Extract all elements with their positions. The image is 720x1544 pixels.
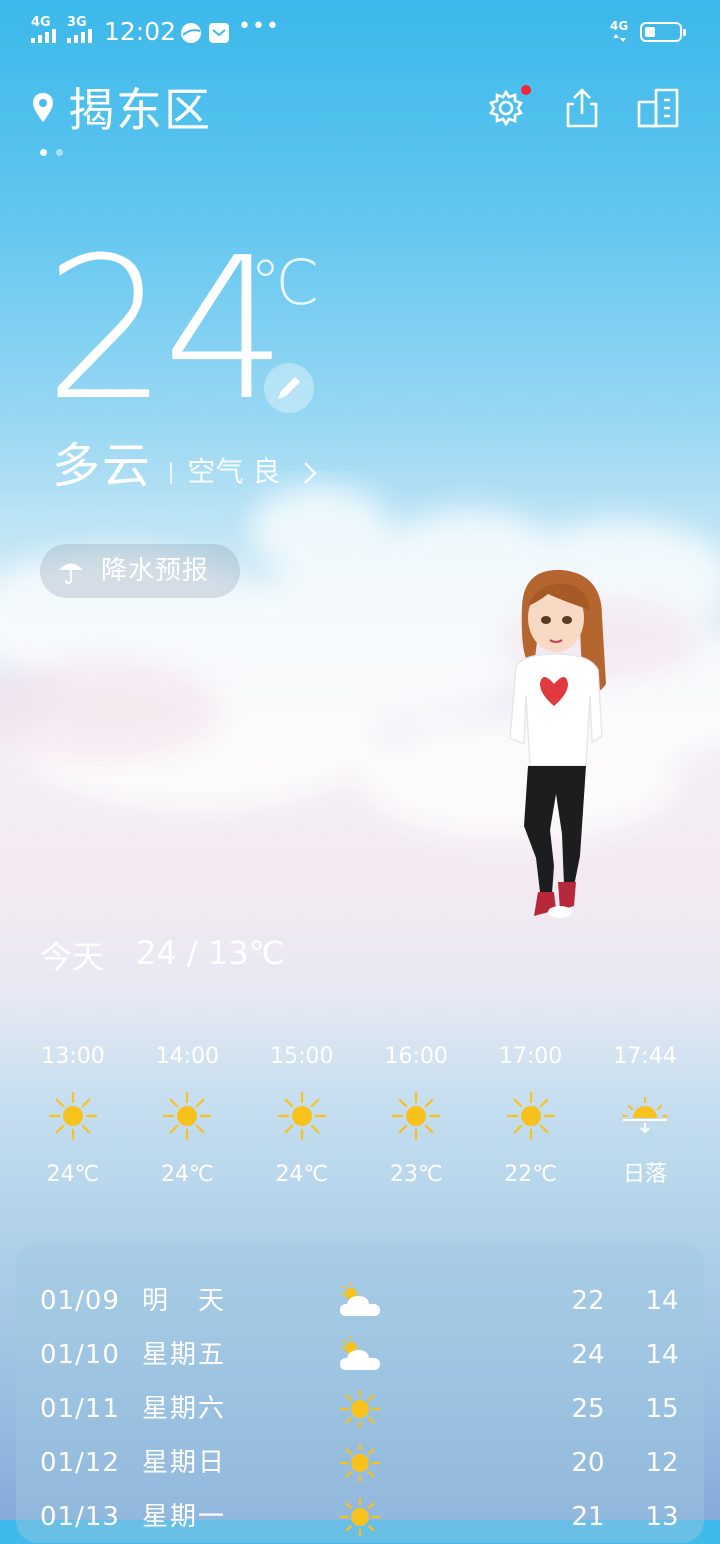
hour-value: 日落: [622, 1162, 667, 1187]
edit-button[interactable]: [264, 363, 314, 413]
city-manage-icon[interactable]: [634, 84, 682, 132]
hour-value: 24℃: [161, 1162, 214, 1187]
today-temperature-range: 24 / 13℃: [136, 934, 285, 972]
partly-cloudy-icon: [338, 1336, 382, 1374]
hourly-item: 15:00 24℃: [252, 1040, 352, 1192]
today-label: 今天: [40, 938, 105, 976]
status-bar: 4G 3G 12:02 ••• 4G: [0, 0, 720, 64]
more-notifications-icon: •••: [238, 14, 280, 39]
signal-bars-icon: [67, 29, 92, 43]
daily-row[interactable]: 01/11 星期六 25 15: [16, 1382, 704, 1436]
location-pin-icon[interactable]: [32, 92, 54, 124]
day-weekday: 星期一: [142, 1502, 227, 1532]
pencil-icon: [278, 377, 300, 399]
signal-label-1: 4G: [31, 15, 51, 30]
sun-icon: [23, 1090, 123, 1142]
hour-value: 22℃: [504, 1162, 557, 1187]
partly-cloudy-icon: [338, 1282, 382, 1320]
hour-time: 15:00: [270, 1044, 334, 1069]
daily-row[interactable]: 01/10 星期五 24 14: [16, 1328, 704, 1382]
sun-icon: [252, 1090, 352, 1142]
day-high: 25: [571, 1394, 605, 1424]
day-high: 22: [571, 1286, 605, 1316]
battery-icon: [640, 22, 686, 42]
character-illustration: [509, 569, 606, 918]
sun-icon: [481, 1090, 581, 1142]
signal-label-2: 3G: [67, 15, 87, 30]
sun-icon: [137, 1090, 237, 1142]
hourly-item: 14:00 24℃: [137, 1040, 237, 1192]
daily-row[interactable]: 01/12 星期日 20 12: [16, 1436, 704, 1490]
day-date: 01/10: [40, 1340, 120, 1370]
notification-dot: [521, 85, 531, 95]
hour-time: 16:00: [384, 1044, 448, 1069]
umbrella-icon: [59, 563, 83, 585]
day-weekday: 星期日: [142, 1448, 227, 1478]
day-weekday: 明 天: [142, 1286, 227, 1316]
city-name[interactable]: 揭东区: [68, 80, 212, 140]
hour-value: 23℃: [389, 1162, 443, 1187]
hourly-item: 17:44 日落: [595, 1040, 695, 1192]
sunset-icon: [595, 1090, 695, 1142]
day-high: 21: [571, 1502, 605, 1532]
day-low: 14: [645, 1340, 679, 1370]
day-low: 15: [645, 1394, 679, 1424]
air-quality-link[interactable]: 空气 良: [170, 452, 318, 492]
page-dot: [40, 149, 47, 156]
day-low: 14: [645, 1286, 679, 1316]
hourly-item: 13:00 24℃: [23, 1040, 123, 1192]
hour-time: 17:00: [498, 1044, 563, 1069]
hour-value: 24℃: [46, 1162, 100, 1187]
air-quality-text: 空气 良: [187, 455, 281, 488]
sun-icon: [338, 1442, 382, 1484]
precipitation-forecast-button[interactable]: 降水预报: [40, 544, 240, 598]
daily-row[interactable]: 01/13 星期一 21 13: [16, 1490, 704, 1544]
day-high: 24: [571, 1340, 605, 1370]
network-label: 4G: [610, 19, 629, 33]
precipitation-forecast-label: 降水预报: [101, 556, 210, 586]
battery-level: [645, 27, 655, 37]
chevron-right-icon: [304, 462, 318, 484]
day-date: 01/13: [40, 1502, 120, 1532]
day-date: 01/09: [40, 1286, 120, 1316]
hour-time: 14:00: [155, 1044, 220, 1069]
message-icon: [209, 23, 229, 43]
hour-time: 17:44: [613, 1044, 677, 1069]
hour-value: 24℃: [275, 1162, 329, 1187]
sun-icon: [366, 1090, 466, 1142]
daily-forecast-card[interactable]: 01/09 明 天 22 14 01/10 星期五 24 14 01/11 星期六 25 15 01…: [16, 1243, 704, 1543]
data-arrows-icon: [614, 34, 626, 42]
day-low: 12: [645, 1448, 679, 1478]
hour-time: 13:00: [41, 1044, 105, 1069]
page-dot: [56, 149, 63, 156]
day-date: 01/11: [40, 1394, 120, 1424]
share-icon[interactable]: [558, 84, 606, 132]
signal-bars-icon: [31, 29, 56, 43]
divider: [170, 462, 172, 484]
day-low: 13: [645, 1502, 679, 1532]
sun-icon: [338, 1388, 382, 1430]
sun-icon: [338, 1496, 382, 1538]
day-weekday: 星期五: [142, 1340, 227, 1370]
weather-condition: 多云: [52, 438, 153, 494]
status-time: 12:02: [104, 17, 177, 46]
hourly-item: 16:00 23℃: [366, 1040, 466, 1192]
hourly-item: 17:00 22℃: [481, 1040, 581, 1192]
page-indicator: [40, 141, 72, 160]
day-high: 20: [571, 1448, 605, 1478]
temperature-unit: ℃: [250, 246, 320, 319]
day-date: 01/12: [40, 1448, 120, 1478]
current-temperature: 24: [44, 216, 287, 444]
daily-row[interactable]: 01/09 明 天 22 14: [16, 1274, 704, 1328]
browser-icon: [181, 23, 201, 43]
day-weekday: 星期六: [142, 1394, 227, 1424]
